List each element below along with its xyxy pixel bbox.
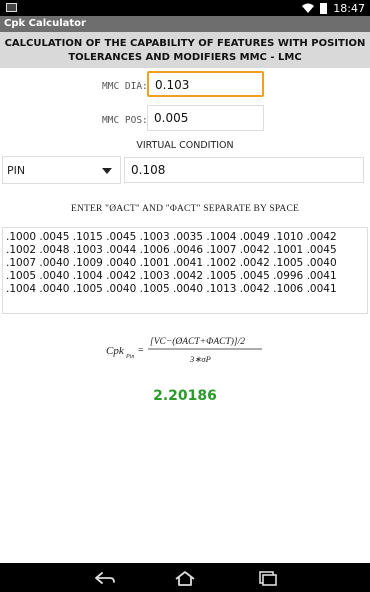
measurements-input[interactable]: .1000 .0045 .1015 .0045 .1003 .0035 .100…	[2, 227, 368, 314]
status-bar: 18:47	[0, 0, 370, 16]
virtual-condition-value: 0.108	[124, 157, 364, 183]
virtual-condition-label: VIRTUAL CONDITION	[136, 140, 234, 151]
home-icon[interactable]	[173, 570, 197, 586]
dropdown-arrow-icon	[102, 168, 112, 174]
feature-type-value: PIN	[7, 164, 26, 177]
mmc-dia-input[interactable]: 0.103	[147, 71, 264, 97]
notification-icon	[6, 3, 17, 12]
formula-lhs-subscript: Pin	[125, 354, 134, 360]
feature-type-select[interactable]: PIN	[2, 156, 121, 184]
app-title: Cpk Calculator	[0, 16, 370, 32]
navigation-bar	[0, 563, 370, 592]
main-content: CALCULATION OF THE CAPABILITY OF FEATURE…	[0, 32, 370, 563]
header-line-2: TOLERANCES AND MODIFIERS MMC - LMC	[68, 52, 302, 63]
header-line-1: CALCULATION OF THE CAPABILITY OF FEATURE…	[4, 38, 366, 49]
formula-numerator: [VC−(ØACT+ΦACT)]/2	[150, 336, 245, 347]
formula-lhs: Cpk	[106, 345, 125, 357]
recents-icon[interactable]	[256, 570, 280, 586]
mmc-dia-label: MMC DIA:	[102, 81, 148, 92]
cpk-result: 2.20186	[153, 388, 217, 404]
mmc-pos-label: MMC POS:	[102, 115, 148, 126]
formula-denominator: 3∗σP	[189, 354, 211, 364]
status-icons: 18:47	[302, 1, 365, 15]
mmc-pos-input[interactable]: 0.005	[147, 105, 264, 131]
enter-instructions: ENTER "ØACT" AND "ΦACT" SEPARATE BY SPAC…	[70, 204, 300, 214]
battery-icon	[320, 2, 328, 14]
back-icon[interactable]	[92, 570, 116, 586]
svg-text:=: =	[138, 345, 144, 356]
wifi-icon	[302, 3, 315, 13]
clock: 18:47	[333, 1, 365, 15]
page-header: CALCULATION OF THE CAPABILITY OF FEATURE…	[0, 32, 370, 68]
cpk-formula: Cpk Pin = [VC−(ØACT+ΦACT)]/2 3∗σP	[106, 336, 262, 364]
